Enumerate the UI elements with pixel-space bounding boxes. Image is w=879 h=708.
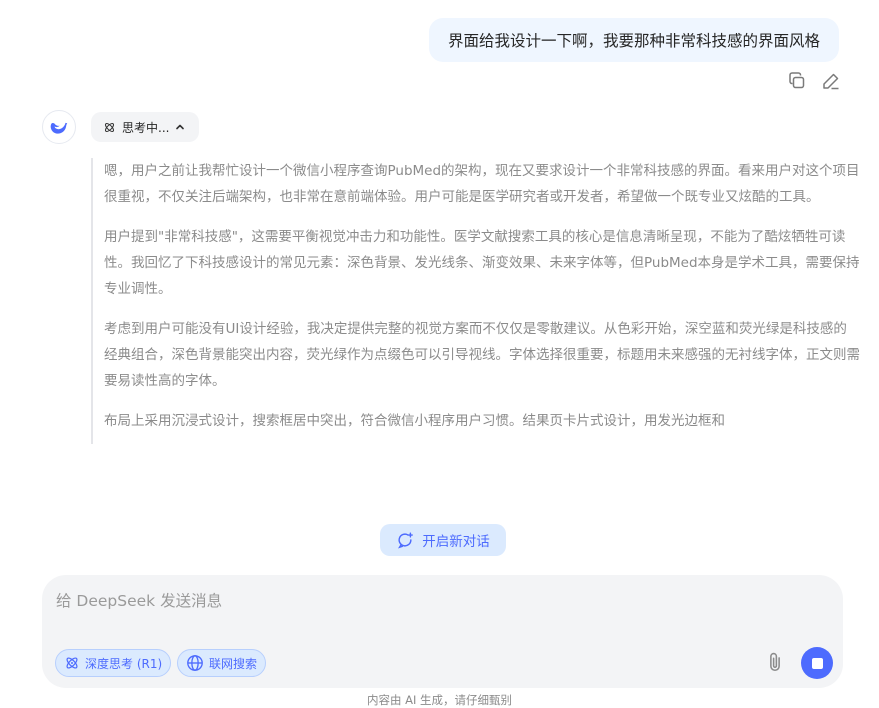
paperclip-icon[interactable] [764,651,786,673]
web-search-label: 联网搜索 [209,656,258,671]
message-actions [787,71,841,91]
atom-icon [104,122,115,132]
thinking-content: 嗯，用户之前让我帮忙设计一个微信小程序查询PubMed的架构，现在又要求设计一个… [91,158,860,444]
atom-icon [66,657,78,669]
thinking-paragraph: 嗯，用户之前让我帮忙设计一个微信小程序查询PubMed的架构，现在又要求设计一个… [104,163,860,205]
new-chat-label: 开启新对话 [422,534,490,550]
new-chat-icon [398,532,414,549]
copy-icon[interactable] [787,71,807,91]
web-search-toggle[interactable]: 联网搜索 [177,649,267,677]
globe-icon [187,655,203,671]
edit-icon[interactable] [821,71,841,91]
stop-generation-button[interactable] [801,647,833,679]
deep-think-toggle[interactable]: 深度思考 (R1) [55,649,172,677]
user-message-bubble: 界面给我设计一下啊，我要那种非常科技感的界面风格 [428,18,839,62]
user-message-text: 界面给我设计一下啊，我要那种非常科技感的界面风格 [447,32,820,50]
deep-think-label: 深度思考 (R1) [85,656,163,671]
thinking-label: 思考中... [122,120,170,135]
chevron-up-icon [176,124,185,130]
thinking-paragraph: 布局上采用沉浸式设计，搜索框居中突出，符合微信小程序用户习惯。结果页卡片式设计，… [104,413,725,429]
thinking-paragraph: 用户提到"非常科技感"，这需要平衡视觉冲击力和功能性。医学文献搜索工具的核心是信… [104,229,860,297]
new-chat-button[interactable]: 开启新对话 [380,524,506,556]
thinking-toggle[interactable]: 思考中... [91,112,200,142]
assistant-avatar [42,110,76,144]
message-composer: 深度思考 (R1) 联网搜索 [42,575,843,688]
stop-icon [811,657,823,669]
message-input[interactable] [56,589,756,613]
ai-disclaimer: 内容由 AI 生成，请仔细甄别 [366,693,513,707]
deepseek-whale-icon [50,122,68,134]
thinking-paragraph: 考虑到用户可能没有UI设计经验，我决定提供完整的视觉方案而不仅仅是零散建议。从色… [104,321,860,389]
